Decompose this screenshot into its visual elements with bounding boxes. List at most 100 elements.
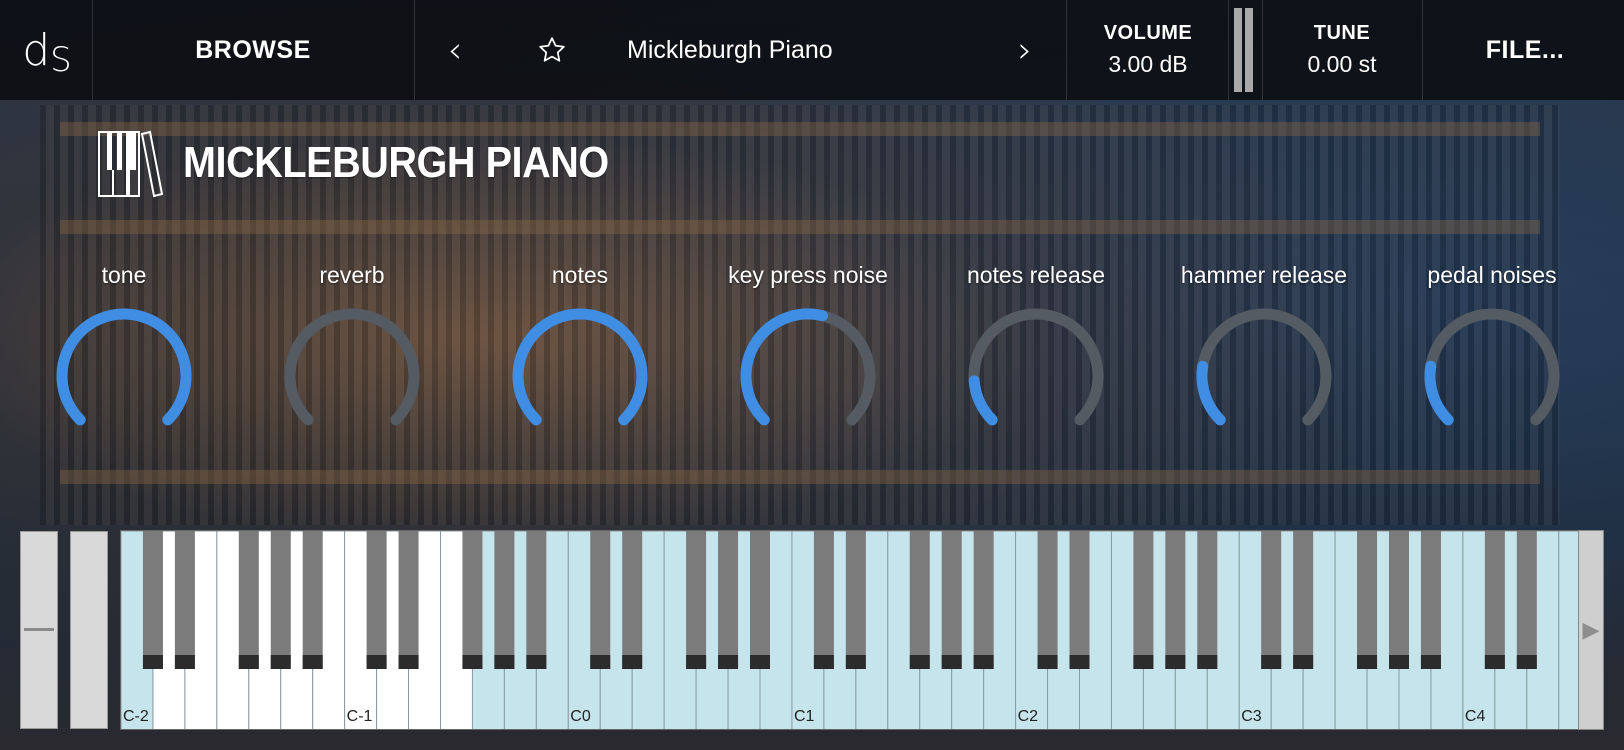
black-key[interactable]: [1484, 531, 1505, 669]
browse-button[interactable]: BROWSE: [92, 0, 414, 100]
background-rail: [60, 122, 1540, 136]
logo-letter: d: [22, 24, 50, 76]
piano-keyboard[interactable]: C-2 C-1 C0 C1 C2 C3 C4: [120, 530, 1581, 730]
black-key-tip: [142, 655, 163, 669]
preset-name[interactable]: Mickleburgh Piano: [600, 0, 1000, 100]
black-key[interactable]: [526, 531, 547, 669]
mod-wheel[interactable]: [70, 531, 108, 729]
black-key-tip: [1069, 655, 1090, 669]
black-key[interactable]: [494, 531, 515, 669]
black-key[interactable]: [909, 531, 930, 669]
black-key-tip: [909, 655, 930, 669]
knob-dial[interactable]: [1422, 306, 1562, 446]
black-key[interactable]: [1516, 531, 1537, 669]
knob-dial[interactable]: [1194, 306, 1334, 446]
tune-value: 0.00 st: [1307, 51, 1377, 77]
knob-label: key press noise: [728, 262, 888, 288]
black-key[interactable]: [1420, 531, 1441, 669]
background-rail: [60, 220, 1540, 234]
black-key-tip: [1357, 655, 1378, 669]
black-key-tip: [941, 655, 962, 669]
black-key-tip: [398, 655, 419, 669]
divider: [1066, 0, 1067, 100]
pitch-wheel[interactable]: [20, 531, 58, 729]
black-key[interactable]: [686, 531, 707, 669]
knob-hammer-release[interactable]: hammer release: [1174, 262, 1354, 442]
chevron-right-icon[interactable]: ›: [1000, 0, 1050, 100]
octave-label: C4: [1465, 708, 1486, 725]
knob-notes-release[interactable]: notes release: [946, 262, 1126, 442]
file-menu-button[interactable]: FILE...: [1440, 0, 1610, 100]
black-key-tip: [1516, 655, 1537, 669]
octave-label: C-2: [123, 708, 149, 725]
black-key-tip: [1293, 655, 1314, 669]
volume-label: VOLUME: [1103, 22, 1193, 44]
chevron-left-icon[interactable]: ‹: [430, 0, 480, 100]
volume-value: 3.00 dB: [1108, 51, 1188, 77]
knob-dial[interactable]: [510, 306, 650, 446]
black-key[interactable]: [462, 531, 483, 669]
black-key-tip: [174, 655, 195, 669]
knob-reverb[interactable]: reverb: [262, 262, 442, 442]
tune-control[interactable]: TUNE 0.00 st: [1262, 0, 1422, 100]
divider: [1422, 0, 1423, 100]
black-key-tip: [686, 655, 707, 669]
black-key[interactable]: [1133, 531, 1154, 669]
knob-label: reverb: [319, 262, 385, 288]
knob-label: tone: [101, 262, 147, 288]
knob-dial[interactable]: [282, 306, 422, 446]
top-bar: dS BROWSE ‹ Mickleburgh Piano › VOLUME 3…: [0, 0, 1624, 100]
knob-dial[interactable]: [738, 306, 878, 446]
black-key[interactable]: [1293, 531, 1314, 669]
keyboard-scroll-right-icon[interactable]: ▶: [1578, 530, 1604, 730]
keyboard-keys[interactable]: C-2 C-1 C0 C1 C2 C3 C4: [121, 531, 1581, 730]
knob-dial[interactable]: [54, 306, 194, 446]
black-key[interactable]: [238, 531, 259, 669]
star-icon[interactable]: [530, 0, 574, 100]
black-key-tip: [1261, 655, 1282, 669]
knob-key-press-noise[interactable]: key press noise: [718, 262, 898, 442]
black-key-tip: [1389, 655, 1409, 669]
volume-control[interactable]: VOLUME 3.00 dB: [1068, 0, 1228, 100]
instrument-title: MICKLEBURGH PIANO: [183, 138, 609, 187]
black-key[interactable]: [622, 531, 643, 669]
knob-notes[interactable]: notes: [490, 262, 670, 442]
black-key[interactable]: [845, 531, 866, 669]
black-key[interactable]: [270, 531, 291, 669]
black-key[interactable]: [1261, 531, 1282, 669]
black-key[interactable]: [941, 531, 962, 669]
black-key-tip: [590, 655, 611, 669]
black-key-tip: [750, 655, 770, 669]
black-key[interactable]: [174, 531, 195, 669]
knob-tone[interactable]: tone: [34, 262, 214, 442]
black-key[interactable]: [398, 531, 419, 669]
black-key-tip: [622, 655, 643, 669]
knob-pedal-noises[interactable]: pedal noises: [1402, 262, 1582, 442]
black-key[interactable]: [718, 531, 739, 669]
black-key[interactable]: [1037, 531, 1058, 669]
black-key[interactable]: [302, 531, 323, 669]
black-key-tip: [238, 655, 259, 669]
black-key[interactable]: [750, 531, 770, 669]
black-key[interactable]: [973, 531, 994, 669]
black-key[interactable]: [366, 531, 387, 669]
black-key[interactable]: [1197, 531, 1218, 669]
logo-letter-sub: S: [50, 40, 72, 80]
octave-label: C-1: [347, 708, 373, 725]
black-key[interactable]: [142, 531, 163, 669]
black-key[interactable]: [813, 531, 834, 669]
black-key[interactable]: [1165, 531, 1186, 669]
black-key-tip: [1133, 655, 1154, 669]
black-key-tip: [718, 655, 739, 669]
knob-dial[interactable]: [966, 306, 1106, 446]
black-key[interactable]: [1069, 531, 1090, 669]
black-key[interactable]: [1357, 531, 1378, 669]
black-key[interactable]: [590, 531, 611, 669]
knob-label: hammer release: [1180, 262, 1348, 288]
black-key-tip: [366, 655, 387, 669]
black-key[interactable]: [1389, 531, 1409, 669]
black-key-tip: [462, 655, 483, 669]
divider: [414, 0, 415, 100]
octave-label: C3: [1241, 708, 1262, 725]
level-meter: [1234, 8, 1254, 92]
